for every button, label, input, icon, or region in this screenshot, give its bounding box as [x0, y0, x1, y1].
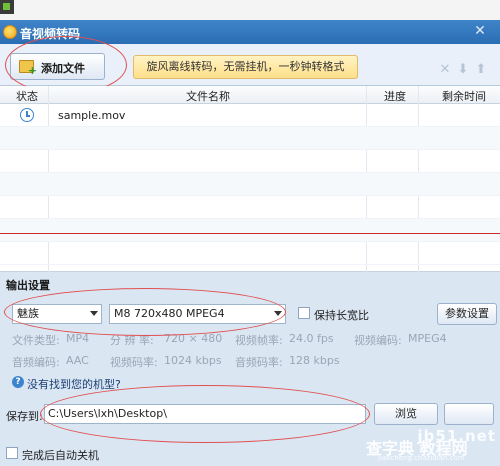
offline-transcode-banner[interactable]: 旋风离线转码，无需挂机，一秒钟转格式 — [133, 55, 358, 79]
open-folder-button[interactable] — [444, 403, 494, 425]
delete-icon[interactable]: ✕ — [436, 62, 454, 77]
table-row[interactable]: sample.mov — [0, 104, 500, 127]
help-link[interactable]: 没有找到您的机型? — [27, 376, 121, 392]
col-remaining: 剩余时间 — [442, 90, 486, 103]
table-header: 状态 文件名称 进度 剩余时间 — [0, 86, 500, 104]
move-down-icon[interactable]: ⬇ — [454, 62, 472, 77]
close-icon[interactable]: ✕ — [472, 23, 488, 39]
video-fps-value: 24.0 fps — [289, 332, 334, 345]
resolution-label: 分 辨 率: — [110, 334, 154, 347]
chevron-down-icon — [274, 311, 282, 316]
audio-codec-value: AAC — [66, 354, 89, 367]
app-corner-icon — [0, 0, 14, 14]
output-settings-title: 输出设置 — [6, 279, 50, 292]
toolbar: 添加文件 旋风离线转码，无需挂机，一秒钟转格式 ✕⬇⬆ — [0, 44, 500, 86]
col-filename: 文件名称 — [186, 90, 230, 103]
file-type-value: MP4 — [66, 332, 90, 345]
audio-bitrate-label: 音频码率: — [235, 356, 283, 369]
resolution-value: 720 × 480 — [164, 332, 223, 345]
params-settings-button[interactable]: 参数设置 — [437, 303, 497, 325]
file-table: 状态 文件名称 进度 剩余时间 sample.mov — [0, 86, 500, 272]
title-bar: 音视频转码 ✕ — [0, 20, 500, 44]
keep-ratio-label: 保持长宽比 — [314, 309, 369, 322]
auto-shutdown-checkbox[interactable] — [6, 447, 18, 459]
keep-ratio-checkbox[interactable] — [298, 307, 310, 319]
video-bitrate-value: 1024 kbps — [164, 354, 222, 367]
auto-shutdown-label: 完成后自动关机 — [22, 449, 99, 462]
audio-codec-label: 音频编码: — [12, 356, 60, 369]
file-type-label: 文件类型: — [12, 334, 60, 347]
device-brand-value: 魅族 — [17, 307, 39, 320]
annotation-line — [0, 233, 500, 234]
table-row-empty — [0, 219, 500, 242]
audio-bitrate-value: 128 kbps — [289, 354, 340, 367]
app-icon — [3, 25, 17, 39]
video-bitrate-label: 视频码率: — [110, 356, 158, 369]
col-status: 状态 — [16, 90, 38, 103]
window-title: 音视频转码 — [20, 27, 81, 41]
top-strip — [0, 0, 500, 20]
save-path-input[interactable]: C:\Users\lxh\Desktop\ — [44, 404, 366, 424]
add-file-button[interactable]: 添加文件 — [10, 53, 105, 80]
video-codec-value: MPEG4 — [408, 332, 447, 345]
save-to-label: 保存到: — [6, 410, 43, 423]
device-brand-select[interactable]: 魅族 — [12, 304, 102, 324]
table-row-empty — [0, 242, 500, 265]
browse-button[interactable]: 浏览 — [374, 403, 438, 425]
table-row-empty — [0, 173, 500, 196]
format-value: M8 720x480 MPEG4 — [114, 307, 225, 320]
watermark-url: jiaocheng.chazidian.com — [378, 454, 465, 462]
add-file-label: 添加文件 — [41, 62, 85, 75]
help-icon: ? — [12, 376, 24, 388]
table-row-empty — [0, 127, 500, 150]
toolbar-icons: ✕ ⬇ ⬆ — [436, 62, 496, 80]
table-row-empty — [0, 196, 500, 219]
video-codec-label: 视频编码: — [354, 334, 402, 347]
format-select[interactable]: M8 720x480 MPEG4 — [109, 304, 286, 324]
add-folder-icon — [19, 60, 37, 77]
file-name: sample.mov — [58, 109, 126, 122]
output-settings-panel: 输出设置 魅族 M8 720x480 MPEG4 保持长宽比 参数设置 文件类型… — [0, 272, 500, 466]
col-progress: 进度 — [384, 90, 406, 103]
video-fps-label: 视频帧率: — [235, 334, 283, 347]
clock-icon — [20, 108, 34, 122]
table-row-empty — [0, 150, 500, 173]
chevron-down-icon — [90, 311, 98, 316]
move-up-icon[interactable]: ⬆ — [472, 62, 490, 77]
